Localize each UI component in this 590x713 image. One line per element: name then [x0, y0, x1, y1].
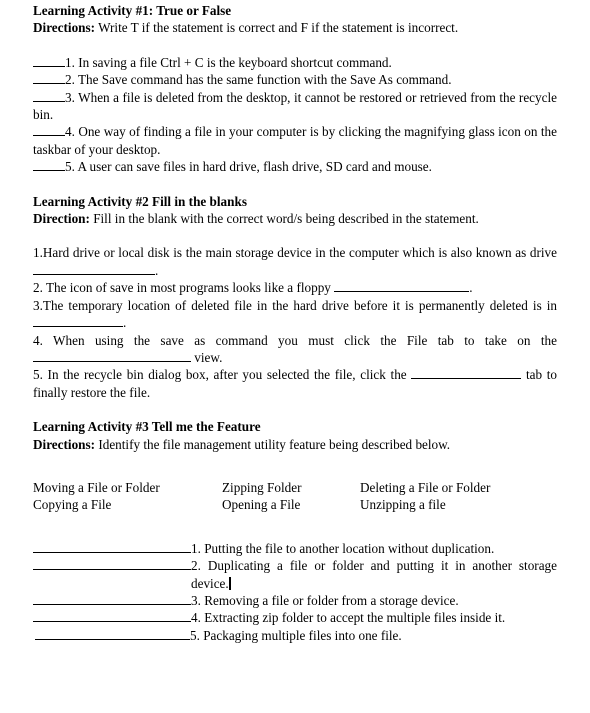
activity1-item-3: 3. When a file is deleted from the deskt… — [33, 89, 557, 124]
activity3-item-5: 5. Packaging multiple files into one fil… — [33, 627, 557, 644]
activity1-directions-text: Write T if the statement is correct and … — [95, 20, 459, 36]
item-body: 1. Putting the file to another location … — [191, 540, 557, 557]
activity1-item-1: 1. In saving a file Ctrl + C is the keyb… — [33, 54, 557, 71]
activity1-heading: Learning Activity #1: True or False — [33, 3, 232, 18]
item-suffix: view. — [191, 349, 223, 365]
activity3-item-3: 3. Removing a file or folder from a stor… — [33, 592, 557, 609]
item-number: 1. — [191, 540, 201, 556]
word-bank-item: Copying a File — [33, 497, 112, 513]
activity2-item-4: 4. When using the save as command you mu… — [33, 332, 557, 367]
item-text: When a file is deleted from the desktop,… — [33, 89, 557, 123]
item-text: Putting the file to another location wit… — [200, 540, 495, 556]
item-text: 3.The temporary location of deleted file… — [33, 297, 557, 313]
activity2-directions-text: Fill in the blank with the correct word/… — [89, 211, 479, 227]
item-number: 3. — [191, 592, 201, 608]
activity2-item-5: 5. In the recycle bin dialog box, after … — [33, 366, 557, 401]
activity2-directions: Direction: Fill in the blank with the co… — [33, 210, 557, 227]
text-cursor — [229, 576, 231, 590]
word-bank-item: Zipping Folder — [222, 479, 302, 495]
item-number: 2. — [191, 558, 201, 574]
item-number: 5. — [65, 159, 75, 175]
activity2-item-2: 2. The icon of save in most programs loo… — [33, 279, 557, 296]
activity1-item-5: 5. A user can save files in hard drive, … — [33, 158, 557, 175]
item-text: A user can save files in hard drive, fla… — [74, 159, 432, 175]
answer-blank[interactable] — [33, 72, 65, 85]
item-number: 3. — [65, 89, 75, 105]
activity3-item-4: 4. Extracting zip folder to accept the m… — [33, 609, 557, 626]
item-text: Removing a file or folder from a storage… — [200, 592, 459, 608]
answer-blank[interactable] — [33, 609, 191, 623]
answer-blank[interactable] — [35, 627, 190, 640]
word-bank: Moving a File or Folder Zipping Folder D… — [33, 479, 557, 514]
item-text: In saving a file Ctrl + C is the keyboar… — [74, 54, 392, 70]
answer-blank[interactable] — [411, 367, 522, 380]
item-number: 2. — [65, 72, 75, 88]
item-number: 1. — [65, 54, 75, 70]
item-text: 2. The icon of save in most programs loo… — [33, 280, 335, 296]
item-number: 5. — [190, 627, 200, 643]
word-bank-item: Opening a File — [222, 497, 301, 513]
activity3-directions: Directions: Identify the file management… — [33, 436, 557, 453]
item-body: 5. Packaging multiple files into one fil… — [190, 627, 557, 644]
word-bank-row: Copying a File Opening a File Unzipping … — [33, 496, 557, 513]
item-text: Duplicating a file or folder and putting… — [191, 558, 557, 591]
item-body: 4. Extracting zip folder to accept the m… — [191, 609, 557, 626]
answer-blank[interactable] — [33, 159, 65, 172]
activity3-directions-label: Directions: — [33, 436, 96, 452]
activity2-item-1: 1.Hard drive or local disk is the main s… — [33, 244, 557, 279]
answer-blank[interactable] — [33, 263, 155, 275]
activity3-heading: Learning Activity #3 Tell me the Feature — [33, 419, 261, 435]
item-number: 4. — [191, 610, 201, 626]
item-suffix: . — [155, 262, 159, 278]
item-text: The Save command has the same function w… — [74, 72, 452, 88]
item-body: 2. Duplicating a file or folder and putt… — [191, 557, 557, 592]
activity3-directions-text: Identify the file management utility fea… — [95, 436, 451, 452]
item-suffix: . — [469, 280, 473, 296]
activity1-directions: Directions: Write T if the statement is … — [33, 19, 557, 36]
activity1-item-2: 2. The Save command has the same functio… — [33, 71, 557, 88]
answer-blank[interactable] — [334, 280, 470, 293]
item-text: 1.Hard drive or local disk is the main s… — [33, 245, 557, 261]
activity2-heading: Learning Activity #2 Fill in the blanks — [33, 193, 247, 209]
item-text: 4. When using the save as command you mu… — [33, 332, 557, 348]
item-text: 5. In the recycle bin dialog box, after … — [33, 367, 412, 383]
answer-blank[interactable] — [33, 350, 191, 362]
document-body[interactable]: Learning Activity #1: True or False Dire… — [33, 2, 557, 644]
item-number: 4. — [65, 124, 75, 140]
answer-blank[interactable] — [33, 55, 65, 67]
item-body: 3. Removing a file or folder from a stor… — [191, 592, 557, 609]
activity1-directions-label: Directions: — [33, 20, 96, 36]
activity3-item-1: 1. Putting the file to another location … — [33, 540, 557, 557]
activity3-item-2: 2. Duplicating a file or folder and putt… — [33, 557, 557, 592]
activity2-directions-label: Direction: — [33, 211, 90, 227]
word-bank-item: Deleting a File or Folder — [360, 479, 491, 495]
answer-blank[interactable] — [33, 90, 65, 102]
word-bank-row: Moving a File or Folder Zipping Folder D… — [33, 479, 557, 496]
item-text: One way of finding a file in your comput… — [33, 124, 557, 157]
item-suffix: . — [123, 315, 127, 331]
item-text: Extracting zip folder to accept the mult… — [200, 610, 506, 626]
item-text: Packaging multiple files into one file. — [199, 627, 402, 643]
activity1-item-4: 4. One way of finding a file in your com… — [33, 123, 557, 158]
answer-blank[interactable] — [33, 124, 65, 137]
word-bank-item: Unzipping a file — [360, 497, 446, 513]
answer-blank[interactable] — [33, 540, 191, 553]
answer-blank[interactable] — [33, 592, 191, 605]
activity2-item-3: 3.The temporary location of deleted file… — [33, 297, 557, 332]
document-page: Learning Activity #1: True or False Dire… — [0, 0, 590, 713]
answer-blank[interactable] — [33, 315, 123, 328]
word-bank-item: Moving a File or Folder — [33, 479, 160, 495]
answer-blank[interactable] — [33, 557, 191, 571]
